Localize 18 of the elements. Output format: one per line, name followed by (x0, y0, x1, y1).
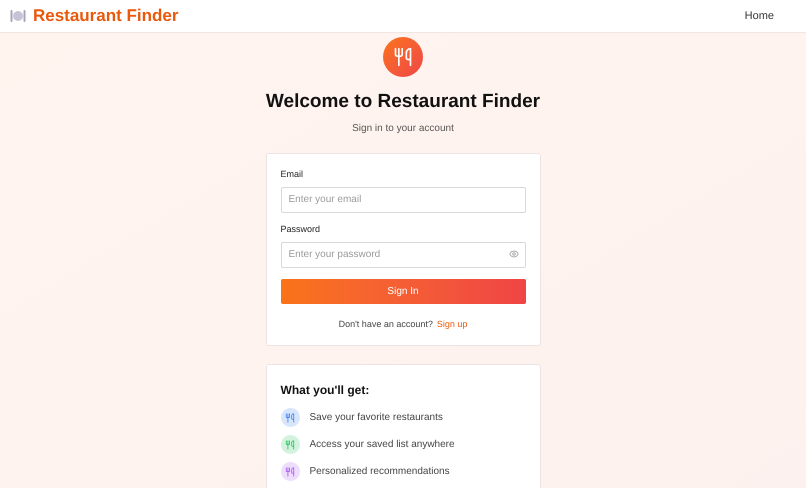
nav-link[interactable]: Home (744, 8, 774, 24)
page-title: Welcome to Restaurant Finder (266, 90, 540, 114)
sign-up-link[interactable]: Sign up (436, 318, 468, 331)
benefits-title: What you'll get: (280, 382, 370, 399)
signup-prompt: Don't have an account? (338, 318, 433, 330)
input-field[interactable]: Enter your password (280, 242, 526, 268)
benefit-text: Access your saved list anywhere (310, 438, 455, 452)
benefit-text: Save your favorite restaurants (310, 411, 443, 425)
field-label: Email (280, 168, 304, 180)
utensils-icon (383, 37, 423, 77)
field-label: Password (280, 222, 322, 236)
plate-icon (10, 9, 26, 23)
page-subtitle: Sign in to your account (352, 122, 454, 136)
input-field[interactable]: Enter your email (280, 186, 526, 212)
sign-in-button[interactable]: Sign In (280, 278, 526, 304)
benefit-text: Personalized recommendations (310, 465, 450, 479)
eye-icon[interactable] (508, 249, 518, 259)
brand-title[interactable]: Restaurant Finder (33, 3, 178, 29)
